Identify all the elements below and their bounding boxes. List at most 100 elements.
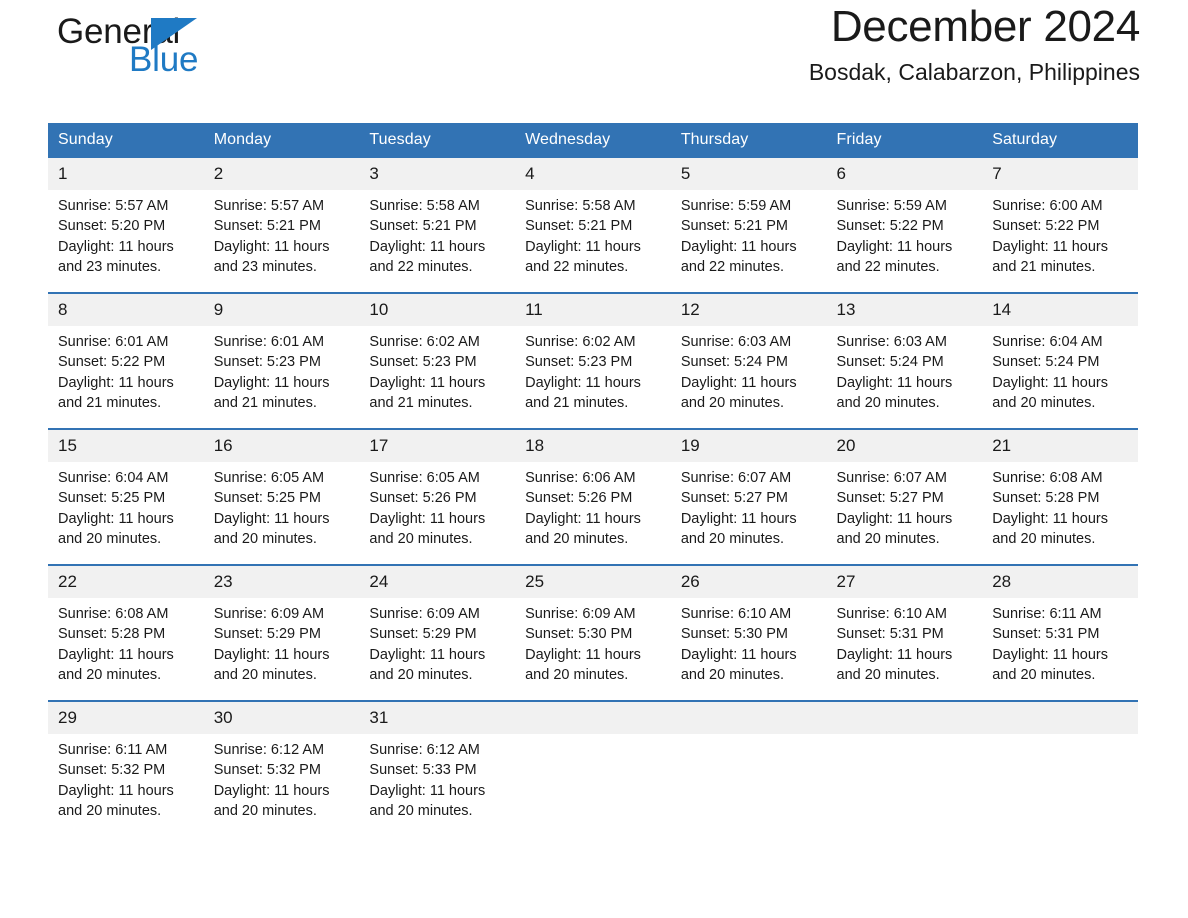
day-details: Sunrise: 6:11 AM Sunset: 5:32 PM Daylight:…: [48, 734, 204, 821]
sunrise-text: Sunrise: 6:09 AM: [369, 606, 480, 622]
sunset-text: Sunset: 5:33 PM: [369, 762, 477, 779]
day-cell-inner: [826, 702, 983, 836]
logo-triangle-icon: [151, 18, 197, 50]
day-cell-inner: 3 Sunrise: 5:58 AM Sunset: 5:21 PM Daylight…: [359, 158, 516, 292]
calendar-week-row: 1 Sunrise: 5:57 AM Sunset: 5:20 PM Daylight…: [48, 158, 1138, 293]
calendar-day-cell[interactable]: 6 Sunrise: 5:59 AM Sunset: 5:22 PM Daylight…: [826, 158, 983, 293]
day-number: 18: [515, 430, 671, 462]
day-cell-inner: 28 Sunrise: 6:11 AM Sunset: 5:31 PM Dayligh…: [982, 566, 1138, 700]
calendar-day-cell[interactable]: 14 Sunrise: 6:04 AM Sunset: 5:24 PM Dayligh…: [982, 292, 1138, 429]
calendar-page: General Blue December 2024 Bosdak, Calab…: [0, 0, 1188, 918]
calendar-day-cell[interactable]: 7 Sunrise: 6:00 AM Sunset: 5:22 PM Daylight…: [982, 158, 1138, 293]
calendar-day-cell[interactable]: 15 Sunrise: 6:04 AM Sunset: 5:25 PM Dayligh…: [48, 428, 204, 565]
day-number: 22: [48, 566, 204, 598]
day-cell-inner: 24 Sunrise: 6:09 AM Sunset: 5:29 PM Dayligh…: [359, 566, 516, 700]
day-details: Sunrise: 5:57 AM Sunset: 5:21 PM Daylight:…: [204, 190, 360, 277]
day-number: 3: [359, 158, 516, 190]
sunrise-text: Sunrise: 6:04 AM: [58, 470, 169, 486]
daylight-text: Daylight: 11 hours and 20 minutes.: [58, 782, 174, 819]
day-details: [671, 734, 827, 740]
calendar-day-cell[interactable]: 17 Sunrise: 6:05 AM Sunset: 5:26 PM Dayligh…: [359, 428, 516, 565]
day-cell-inner: 6 Sunrise: 5:59 AM Sunset: 5:22 PM Daylight…: [826, 158, 983, 292]
calendar-day-cell[interactable]: 25 Sunrise: 6:09 AM Sunset: 5:30 PM Dayligh…: [515, 564, 671, 701]
sunset-text: Sunset: 5:29 PM: [213, 626, 321, 643]
day-cell-inner: 22 Sunrise: 6:08 AM Sunset: 5:28 PM Dayligh…: [48, 566, 204, 700]
calendar-day-cell[interactable]: 26 Sunrise: 6:10 AM Sunset: 5:30 PM Dayligh…: [670, 564, 827, 701]
calendar-week-row: 22 Sunrise: 6:08 AM Sunset: 5:28 PM Dayligh…: [48, 564, 1138, 701]
day-cell-inner: 9 Sunrise: 6:01 AM Sunset: 5:23 PM Daylight…: [203, 294, 360, 428]
calendar-day-cell[interactable]: 31 Sunrise: 6:12 AM Sunset: 5:33 PM Dayligh…: [359, 700, 516, 836]
sunset-text: Sunset: 5:31 PM: [836, 626, 944, 643]
calendar-day-cell[interactable]: 13 Sunrise: 6:03 AM Sunset: 5:24 PM Dayligh…: [826, 292, 983, 429]
day-number: 17: [359, 430, 516, 462]
day-number: 1: [48, 158, 204, 190]
calendar-day-cell[interactable]: 18 Sunrise: 6:06 AM Sunset: 5:26 PM Dayligh…: [515, 428, 671, 565]
sunset-text: Sunset: 5:24 PM: [680, 354, 789, 371]
calendar-day-cell[interactable]: 16 Sunrise: 6:05 AM Sunset: 5:25 PM Dayligh…: [203, 428, 360, 565]
day-details: Sunrise: 6:08 AM Sunset: 5:28 PM Daylight:…: [48, 598, 204, 685]
weekday-header-tuesday: Tuesday: [359, 123, 516, 158]
day-details: Sunrise: 6:03 AM Sunset: 5:24 PM Daylight:…: [827, 326, 983, 413]
day-cell-inner: 8 Sunrise: 6:01 AM Sunset: 5:22 PM Daylight…: [48, 294, 204, 428]
calendar-day-cell[interactable]: 4 Sunrise: 5:58 AM Sunset: 5:21 PM Daylight…: [515, 158, 671, 293]
calendar-day-cell[interactable]: 27 Sunrise: 6:10 AM Sunset: 5:31 PM Dayligh…: [826, 564, 983, 701]
sunset-text: Sunset: 5:22 PM: [836, 218, 944, 235]
daylight-text: Daylight: 11 hours and 21 minutes.: [525, 374, 641, 411]
calendar-day-cell[interactable]: 9 Sunrise: 6:01 AM Sunset: 5:23 PM Daylight…: [203, 292, 360, 429]
day-details: Sunrise: 6:07 AM Sunset: 5:27 PM Daylight:…: [671, 462, 827, 549]
day-cell-inner: [670, 702, 827, 836]
calendar-day-cell[interactable]: 21 Sunrise: 6:08 AM Sunset: 5:28 PM Dayligh…: [982, 428, 1138, 565]
day-cell-inner: 4 Sunrise: 5:58 AM Sunset: 5:21 PM Daylight…: [515, 158, 671, 292]
day-details: Sunrise: 6:09 AM Sunset: 5:30 PM Daylight:…: [515, 598, 671, 685]
calendar-day-cell[interactable]: 30 Sunrise: 6:12 AM Sunset: 5:32 PM Dayligh…: [203, 700, 360, 836]
calendar-day-cell[interactable]: 1 Sunrise: 5:57 AM Sunset: 5:20 PM Daylight…: [48, 158, 204, 293]
calendar-day-cell[interactable]: 10 Sunrise: 6:02 AM Sunset: 5:23 PM Dayligh…: [359, 292, 516, 429]
calendar-day-cell[interactable]: 12 Sunrise: 6:03 AM Sunset: 5:24 PM Dayligh…: [670, 292, 827, 429]
sunset-text: Sunset: 5:23 PM: [213, 354, 321, 371]
calendar-body: 1 Sunrise: 5:57 AM Sunset: 5:20 PM Daylight…: [48, 158, 1138, 836]
day-number: 15: [48, 430, 204, 462]
daylight-text: Daylight: 11 hours and 22 minutes.: [680, 238, 797, 275]
calendar-day-cell[interactable]: 3 Sunrise: 5:58 AM Sunset: 5:21 PM Daylight…: [359, 158, 516, 293]
day-number: [826, 702, 983, 734]
day-number: 16: [203, 430, 360, 462]
calendar-day-cell[interactable]: 19 Sunrise: 6:07 AM Sunset: 5:27 PM Dayligh…: [670, 428, 827, 565]
calendar-day-cell-empty: [515, 700, 671, 836]
day-cell-inner: 23 Sunrise: 6:09 AM Sunset: 5:29 PM Dayligh…: [203, 566, 360, 700]
day-details: Sunrise: 6:12 AM Sunset: 5:32 PM Daylight:…: [204, 734, 360, 821]
day-number: 11: [515, 294, 671, 326]
day-cell-inner: 20 Sunrise: 6:07 AM Sunset: 5:27 PM Dayligh…: [826, 430, 983, 564]
calendar-day-cell[interactable]: 23 Sunrise: 6:09 AM Sunset: 5:29 PM Dayligh…: [203, 564, 360, 701]
daylight-text: Daylight: 11 hours and 20 minutes.: [213, 782, 330, 819]
sunset-text: Sunset: 5:30 PM: [525, 626, 633, 643]
calendar-week-row: 8 Sunrise: 6:01 AM Sunset: 5:22 PM Daylight…: [48, 292, 1138, 429]
day-number: 4: [515, 158, 671, 190]
calendar-day-cell[interactable]: 5 Sunrise: 5:59 AM Sunset: 5:21 PM Daylight…: [670, 158, 827, 293]
page-subtitle: Bosdak, Calabarzon, Philippines: [808, 59, 1140, 86]
day-number: 9: [203, 294, 360, 326]
day-details: Sunrise: 6:01 AM Sunset: 5:22 PM Daylight:…: [48, 326, 204, 413]
sunrise-text: Sunrise: 6:05 AM: [369, 470, 480, 486]
day-number: 5: [670, 158, 827, 190]
calendar-day-cell[interactable]: 2 Sunrise: 5:57 AM Sunset: 5:21 PM Daylight…: [203, 158, 360, 293]
calendar-day-cell[interactable]: 29 Sunrise: 6:11 AM Sunset: 5:32 PM Dayligh…: [48, 700, 204, 836]
calendar-day-cell[interactable]: 8 Sunrise: 6:01 AM Sunset: 5:22 PM Daylight…: [48, 292, 204, 429]
sunrise-text: Sunrise: 6:11 AM: [992, 606, 1102, 622]
calendar-day-cell-empty: [670, 700, 827, 836]
calendar-day-cell[interactable]: 20 Sunrise: 6:07 AM Sunset: 5:27 PM Dayligh…: [826, 428, 983, 565]
calendar-day-cell[interactable]: 28 Sunrise: 6:11 AM Sunset: 5:31 PM Dayligh…: [982, 564, 1138, 701]
day-cell-inner: 18 Sunrise: 6:06 AM Sunset: 5:26 PM Dayligh…: [515, 430, 671, 564]
sunset-text: Sunset: 5:27 PM: [680, 490, 789, 507]
sunrise-text: Sunrise: 6:01 AM: [58, 334, 169, 350]
day-cell-inner: 25 Sunrise: 6:09 AM Sunset: 5:30 PM Dayligh…: [515, 566, 671, 700]
calendar-day-cell[interactable]: 24 Sunrise: 6:09 AM Sunset: 5:29 PM Dayligh…: [359, 564, 516, 701]
daylight-text: Daylight: 11 hours and 20 minutes.: [58, 646, 174, 683]
sunset-text: Sunset: 5:25 PM: [213, 490, 321, 507]
day-cell-inner: 19 Sunrise: 6:07 AM Sunset: 5:27 PM Dayligh…: [670, 430, 827, 564]
weekday-header-friday: Friday: [826, 123, 983, 158]
calendar-day-cell[interactable]: 11 Sunrise: 6:02 AM Sunset: 5:23 PM Dayligh…: [515, 292, 671, 429]
sunset-text: Sunset: 5:22 PM: [58, 354, 166, 371]
calendar-day-cell[interactable]: 22 Sunrise: 6:08 AM Sunset: 5:28 PM Dayligh…: [48, 564, 204, 701]
sunrise-text: Sunrise: 5:59 AM: [836, 198, 947, 214]
daylight-text: Daylight: 11 hours and 22 minutes.: [836, 238, 953, 275]
